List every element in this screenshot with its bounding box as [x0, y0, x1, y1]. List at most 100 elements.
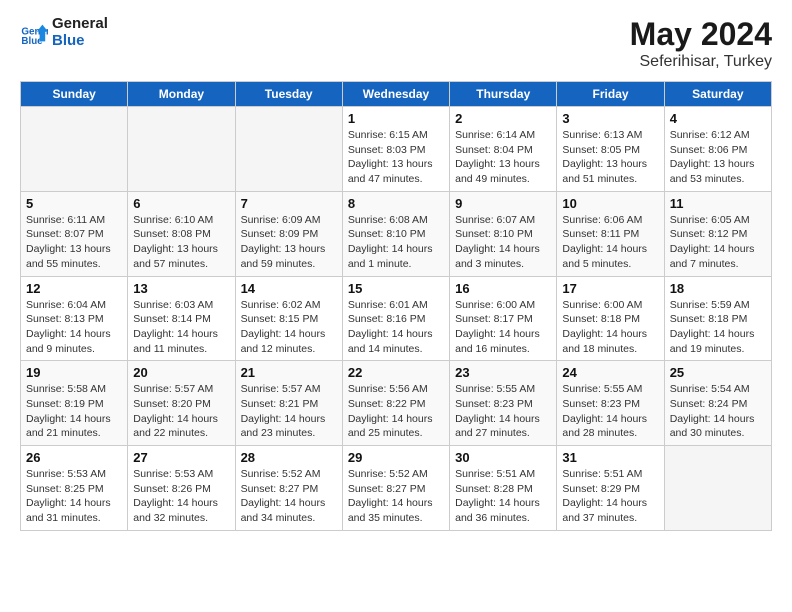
day-info: Sunrise: 6:02 AMSunset: 8:15 PMDaylight:…	[241, 298, 337, 357]
logo: General Blue General Blue	[20, 16, 108, 49]
calendar-day-cell: 6 Sunrise: 6:10 AMSunset: 8:08 PMDaylight…	[128, 191, 235, 276]
calendar-day-cell: 17 Sunrise: 6:00 AMSunset: 8:18 PMDayligh…	[557, 276, 664, 361]
calendar-day-cell	[664, 446, 771, 531]
day-info: Sunrise: 6:05 AMSunset: 8:12 PMDaylight:…	[670, 213, 766, 272]
calendar-day-cell: 28 Sunrise: 5:52 AMSunset: 8:27 PMDayligh…	[235, 446, 342, 531]
logo-icon: General Blue	[20, 19, 48, 47]
day-info: Sunrise: 5:53 AMSunset: 8:26 PMDaylight:…	[133, 467, 229, 526]
day-info: Sunrise: 6:07 AMSunset: 8:10 PMDaylight:…	[455, 213, 551, 272]
day-info: Sunrise: 5:57 AMSunset: 8:20 PMDaylight:…	[133, 382, 229, 441]
calendar-day-cell: 1Sunrise: 6:15 AMSunset: 8:03 PMDaylight…	[342, 107, 449, 192]
day-info: Sunrise: 5:56 AMSunset: 8:22 PMDaylight:…	[348, 382, 444, 441]
calendar-day-cell: 2Sunrise: 6:14 AMSunset: 8:04 PMDaylight…	[450, 107, 557, 192]
day-info: Sunrise: 6:10 AMSunset: 8:08 PMDaylight:…	[133, 213, 229, 272]
day-number: 2	[455, 111, 551, 126]
day-info: Sunrise: 5:51 AMSunset: 8:28 PMDaylight:…	[455, 467, 551, 526]
day-info: Sunrise: 5:51 AMSunset: 8:29 PMDaylight:…	[562, 467, 658, 526]
calendar-week-row: 19 Sunrise: 5:58 AMSunset: 8:19 PMDayligh…	[21, 361, 772, 446]
day-info: Sunrise: 6:15 AMSunset: 8:03 PMDaylight:…	[348, 128, 444, 187]
title-block: May 2024 Seferihisar, Turkey	[630, 16, 772, 71]
weekday-header-thursday: Thursday	[450, 82, 557, 107]
day-number: 17	[562, 281, 658, 296]
calendar-day-cell: 26Sunrise: 5:53 AMSunset: 8:25 PMDayligh…	[21, 446, 128, 531]
day-number: 8	[348, 196, 444, 211]
day-number: 19	[26, 365, 122, 380]
day-number: 30	[455, 450, 551, 465]
day-info: Sunrise: 6:00 AMSunset: 8:17 PMDaylight:…	[455, 298, 551, 357]
calendar-day-cell	[235, 107, 342, 192]
day-info: Sunrise: 5:52 AMSunset: 8:27 PMDaylight:…	[241, 467, 337, 526]
day-number: 25	[670, 365, 766, 380]
calendar-day-cell: 20 Sunrise: 5:57 AMSunset: 8:20 PMDayligh…	[128, 361, 235, 446]
calendar-day-cell: 24 Sunrise: 5:55 AMSunset: 8:23 PMDayligh…	[557, 361, 664, 446]
day-number: 6	[133, 196, 229, 211]
calendar-day-cell: 8 Sunrise: 6:08 AMSunset: 8:10 PMDaylight…	[342, 191, 449, 276]
day-info: Sunrise: 6:01 AMSunset: 8:16 PMDaylight:…	[348, 298, 444, 357]
calendar-day-cell: 23 Sunrise: 5:55 AMSunset: 8:23 PMDayligh…	[450, 361, 557, 446]
day-info: Sunrise: 6:11 AMSunset: 8:07 PMDaylight:…	[26, 213, 122, 272]
day-number: 29	[348, 450, 444, 465]
weekday-header-wednesday: Wednesday	[342, 82, 449, 107]
calendar-day-cell: 4 Sunrise: 6:12 AMSunset: 8:06 PMDaylight…	[664, 107, 771, 192]
day-info: Sunrise: 6:00 AMSunset: 8:18 PMDaylight:…	[562, 298, 658, 357]
day-number: 5	[26, 196, 122, 211]
weekday-header-sunday: Sunday	[21, 82, 128, 107]
day-number: 4	[670, 111, 766, 126]
day-info: Sunrise: 6:12 AMSunset: 8:06 PMDaylight:…	[670, 128, 766, 187]
calendar-day-cell: 16Sunrise: 6:00 AMSunset: 8:17 PMDayligh…	[450, 276, 557, 361]
subtitle: Seferihisar, Turkey	[630, 53, 772, 71]
day-number: 23	[455, 365, 551, 380]
day-number: 10	[562, 196, 658, 211]
day-number: 3	[562, 111, 658, 126]
calendar-day-cell: 25 Sunrise: 5:54 AMSunset: 8:24 PMDayligh…	[664, 361, 771, 446]
day-info: Sunrise: 6:09 AMSunset: 8:09 PMDaylight:…	[241, 213, 337, 272]
calendar-day-cell: 19 Sunrise: 5:58 AMSunset: 8:19 PMDayligh…	[21, 361, 128, 446]
calendar-day-cell: 3 Sunrise: 6:13 AMSunset: 8:05 PMDaylight…	[557, 107, 664, 192]
calendar-day-cell: 12Sunrise: 6:04 AMSunset: 8:13 PMDayligh…	[21, 276, 128, 361]
day-info: Sunrise: 6:03 AMSunset: 8:14 PMDaylight:…	[133, 298, 229, 357]
logo-blue: Blue	[52, 33, 108, 50]
calendar-day-cell: 22 Sunrise: 5:56 AMSunset: 8:22 PMDayligh…	[342, 361, 449, 446]
day-number: 14	[241, 281, 337, 296]
calendar-day-cell	[21, 107, 128, 192]
day-number: 22	[348, 365, 444, 380]
day-number: 21	[241, 365, 337, 380]
day-number: 18	[670, 281, 766, 296]
day-info: Sunrise: 5:52 AMSunset: 8:27 PMDaylight:…	[348, 467, 444, 526]
day-info: Sunrise: 5:55 AMSunset: 8:23 PMDaylight:…	[455, 382, 551, 441]
calendar-day-cell: 29 Sunrise: 5:52 AMSunset: 8:27 PMDayligh…	[342, 446, 449, 531]
weekday-header-row: SundayMondayTuesdayWednesdayThursdayFrid…	[21, 82, 772, 107]
calendar-day-cell	[128, 107, 235, 192]
weekday-header-saturday: Saturday	[664, 82, 771, 107]
day-number: 11	[670, 196, 766, 211]
calendar-day-cell: 13Sunrise: 6:03 AMSunset: 8:14 PMDayligh…	[128, 276, 235, 361]
calendar-day-cell: 11 Sunrise: 6:05 AMSunset: 8:12 PMDayligh…	[664, 191, 771, 276]
calendar-day-cell: 15 Sunrise: 6:01 AMSunset: 8:16 PMDayligh…	[342, 276, 449, 361]
day-number: 28	[241, 450, 337, 465]
calendar-day-cell: 21 Sunrise: 5:57 AMSunset: 8:21 PMDayligh…	[235, 361, 342, 446]
logo-general: General	[52, 16, 108, 33]
calendar-day-cell: 5 Sunrise: 6:11 AMSunset: 8:07 PMDaylight…	[21, 191, 128, 276]
calendar-day-cell: 14 Sunrise: 6:02 AMSunset: 8:15 PMDayligh…	[235, 276, 342, 361]
day-number: 15	[348, 281, 444, 296]
day-number: 7	[241, 196, 337, 211]
day-info: Sunrise: 5:58 AMSunset: 8:19 PMDaylight:…	[26, 382, 122, 441]
day-info: Sunrise: 5:57 AMSunset: 8:21 PMDaylight:…	[241, 382, 337, 441]
day-info: Sunrise: 5:53 AMSunset: 8:25 PMDaylight:…	[26, 467, 122, 526]
main-title: May 2024	[630, 16, 772, 53]
header: General Blue General Blue May 2024 Sefer…	[20, 16, 772, 71]
day-number: 31	[562, 450, 658, 465]
day-info: Sunrise: 5:55 AMSunset: 8:23 PMDaylight:…	[562, 382, 658, 441]
day-info: Sunrise: 6:13 AMSunset: 8:05 PMDaylight:…	[562, 128, 658, 187]
day-number: 20	[133, 365, 229, 380]
page: General Blue General Blue May 2024 Sefer…	[0, 0, 792, 541]
calendar-day-cell: 30 Sunrise: 5:51 AMSunset: 8:28 PMDayligh…	[450, 446, 557, 531]
calendar-day-cell: 18Sunrise: 5:59 AMSunset: 8:18 PMDayligh…	[664, 276, 771, 361]
day-info: Sunrise: 5:54 AMSunset: 8:24 PMDaylight:…	[670, 382, 766, 441]
calendar-week-row: 26Sunrise: 5:53 AMSunset: 8:25 PMDayligh…	[21, 446, 772, 531]
day-number: 24	[562, 365, 658, 380]
day-info: Sunrise: 6:08 AMSunset: 8:10 PMDaylight:…	[348, 213, 444, 272]
calendar-table: SundayMondayTuesdayWednesdayThursdayFrid…	[20, 81, 772, 531]
calendar-day-cell: 10Sunrise: 6:06 AMSunset: 8:11 PMDayligh…	[557, 191, 664, 276]
calendar-week-row: 5 Sunrise: 6:11 AMSunset: 8:07 PMDaylight…	[21, 191, 772, 276]
